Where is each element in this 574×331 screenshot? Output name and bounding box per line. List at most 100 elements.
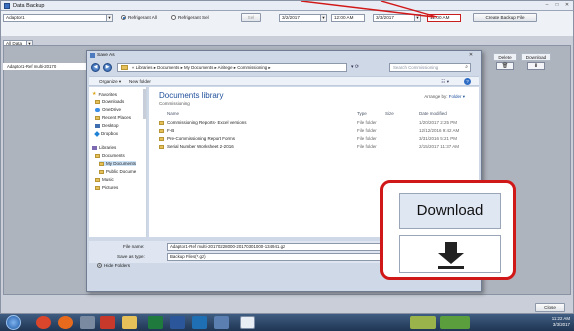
column-header-date[interactable]: Date modified xyxy=(419,111,447,116)
zoom-callout: Download xyxy=(380,180,516,280)
start-date-value: 3/2/2017 xyxy=(282,15,300,20)
maximize-button[interactable]: □ xyxy=(553,2,561,9)
file-type: File folder xyxy=(357,128,377,133)
start-button[interactable] xyxy=(6,315,21,330)
chrome-icon[interactable] xyxy=(36,316,51,329)
create-backup-file-button[interactable]: Create Backup File xyxy=(473,13,537,22)
recent-places-icon xyxy=(95,115,100,120)
nav-pictures-label: Pictures xyxy=(102,185,119,190)
new-folder-button[interactable]: New folder xyxy=(129,77,151,86)
command-bar: Organize ▾ New folder ☷ ▾ ? xyxy=(89,76,479,86)
end-date-picker[interactable]: 3/3/2017 ▼ xyxy=(373,14,421,22)
outlook-icon[interactable] xyxy=(192,316,207,329)
browser-icon[interactable] xyxy=(58,316,73,329)
window-controls: – □ ✕ xyxy=(543,2,571,9)
hide-folders-toggle[interactable]: ˄ Hide Folders xyxy=(97,263,130,268)
search-icon: ⌕ xyxy=(465,64,468,70)
chevron-down-icon: ▼ xyxy=(414,15,420,21)
view-options-icon[interactable]: ☷ ▾ xyxy=(441,77,449,86)
nav-downloads[interactable]: Downloads xyxy=(95,99,124,104)
explorer-icon[interactable] xyxy=(122,316,137,329)
arrange-by-label: Arrange by: xyxy=(424,94,448,99)
battery-icon[interactable] xyxy=(440,316,470,329)
nav-public-documents[interactable]: Public Docume xyxy=(99,169,136,174)
file-name-label: File name: xyxy=(123,244,145,249)
chevron-down-icon: ▼ xyxy=(106,15,112,21)
s-app-icon[interactable] xyxy=(240,316,255,329)
downloads-folder-icon xyxy=(95,99,100,104)
file-row[interactable]: F-B File folder 12/12/2016 9:42 AM xyxy=(157,128,477,135)
nav-my-documents-label: My Documents xyxy=(106,161,137,166)
nav-favorites[interactable]: ★ Favorites xyxy=(92,91,117,97)
nav-documents[interactable]: Documents xyxy=(95,153,125,158)
chevron-down-icon: ▼ xyxy=(320,15,326,21)
libraries-icon xyxy=(92,145,97,150)
music-icon xyxy=(95,177,100,182)
nav-pictures[interactable]: Pictures xyxy=(95,185,118,190)
close-button[interactable]: Close xyxy=(535,303,565,312)
save-as-type-value: Backup Files(*.gz) xyxy=(170,254,206,259)
back-arrow-icon[interactable]: ◀ xyxy=(91,63,100,72)
file-type: File folder xyxy=(357,120,377,125)
file-row[interactable]: Serial Number Worksheet 2-2016 File fold… xyxy=(157,144,477,151)
nav-music[interactable]: Music xyxy=(95,177,114,182)
breadcrumb: « Libraries ▸ Documents ▸ My Documents ▸… xyxy=(132,65,271,70)
folder-icon xyxy=(159,145,164,149)
app-titlebar: Data Backup – □ ✕ xyxy=(1,1,573,11)
device-select-value: Adaptor1 xyxy=(6,15,25,20)
radio-refrigerant-sel[interactable]: Refrigerant Sel xyxy=(171,15,209,20)
end-time-picker[interactable]: 12:00 AM xyxy=(427,14,461,22)
media-icon[interactable] xyxy=(80,316,95,329)
nav-onedrive[interactable]: OneDrive xyxy=(95,107,121,112)
nav-music-label: Music xyxy=(102,177,114,182)
start-time-picker[interactable]: 12:00 AM xyxy=(331,14,365,22)
search-input[interactable]: Search Commissioning ⌕ xyxy=(389,63,471,72)
star-icon: ★ xyxy=(92,91,97,97)
nav-libraries[interactable]: Libraries xyxy=(92,145,116,150)
help-icon[interactable]: ? xyxy=(464,78,471,85)
organize-menu[interactable]: Organize ▾ xyxy=(99,77,121,86)
file-row[interactable]: Commissioning Reports- Excel versions Fi… xyxy=(157,120,477,127)
nav-dropbox[interactable]: Dropbox xyxy=(94,130,118,137)
nav-documents-label: Documents xyxy=(102,153,125,158)
powerpoint-icon[interactable] xyxy=(100,316,115,329)
address-bar[interactable]: « Libraries ▸ Documents ▸ My Documents ▸… xyxy=(117,63,347,72)
column-delete: Delete xyxy=(493,53,517,61)
save-as-icon xyxy=(90,53,95,58)
word-icon[interactable] xyxy=(170,316,185,329)
column-header-name[interactable]: Name xyxy=(167,111,179,116)
forward-arrow-icon[interactable]: ▶ xyxy=(103,63,112,72)
app-icon[interactable] xyxy=(214,316,229,329)
nav-downloads-label: Downloads xyxy=(102,99,125,104)
radio-refrigerant-all[interactable]: Refrigerant All xyxy=(121,15,157,20)
radio-refrigerant-sel-label: Refrigerant Sel xyxy=(178,15,209,20)
delete-row-button[interactable]: 🗑 xyxy=(496,62,514,70)
column-header-type[interactable]: Type xyxy=(357,111,367,116)
nav-scrollbar[interactable] xyxy=(143,89,146,119)
sel-button[interactable]: Sel xyxy=(241,13,261,22)
arrange-by[interactable]: Arrange by: Folder ▾ xyxy=(424,94,465,100)
close-window-button[interactable]: ✕ xyxy=(563,2,571,9)
device-select[interactable]: Adaptor1 ▼ xyxy=(3,14,113,22)
download-row-button[interactable]: ⬇ xyxy=(527,62,545,70)
dialog-close-button[interactable]: ✕ xyxy=(465,52,477,59)
refresh-icon[interactable]: ▾ ⟳ xyxy=(351,63,381,72)
minimize-button[interactable]: – xyxy=(543,2,551,9)
dropbox-icon xyxy=(94,130,100,137)
nav-desktop[interactable]: Desktop xyxy=(95,123,119,128)
chevron-up-icon: ˄ xyxy=(97,263,102,268)
start-date-picker[interactable]: 3/2/2017 ▼ xyxy=(279,14,327,22)
end-time-value: 12:00 AM xyxy=(430,15,450,20)
excel-icon[interactable] xyxy=(148,316,163,329)
nav-recent-places[interactable]: Recent Places xyxy=(95,115,131,120)
dialog-titlebar: Save As ✕ xyxy=(87,51,481,60)
column-header-size[interactable]: Size xyxy=(385,111,394,116)
network-icon[interactable] xyxy=(410,316,436,329)
system-clock[interactable]: 11:22 AM 3/3/2017 xyxy=(552,316,570,328)
nav-recent-label: Recent Places xyxy=(102,115,132,120)
nav-my-documents[interactable]: My Documents xyxy=(99,161,137,166)
file-row[interactable]: Pre-Commissioning Report Forms File fold… xyxy=(157,136,477,143)
arrange-by-value: Folder ▾ xyxy=(448,94,465,99)
download-icon: ⬇ xyxy=(533,63,539,69)
folder-icon xyxy=(159,121,164,125)
